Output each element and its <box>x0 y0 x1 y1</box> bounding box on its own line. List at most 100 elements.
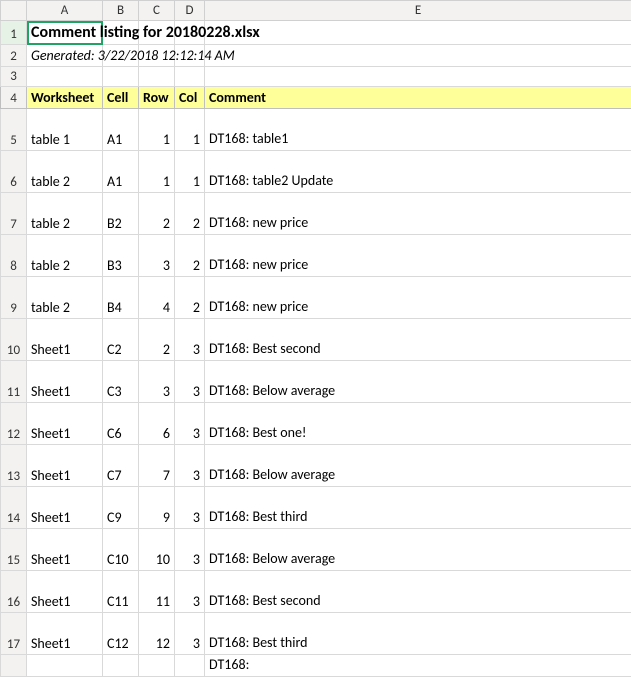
row-header-9[interactable]: 9 <box>1 277 27 319</box>
cell-worksheet[interactable]: Sheet1 <box>27 403 103 445</box>
hdr-worksheet[interactable]: Worksheet <box>27 87 103 109</box>
cell-worksheet[interactable]: Sheet1 <box>27 361 103 403</box>
row-header-3[interactable]: 3 <box>1 67 27 87</box>
hdr-col[interactable]: Col <box>175 87 205 109</box>
cell-partial-D[interactable] <box>175 655 205 677</box>
cell-row[interactable]: 9 <box>139 487 175 529</box>
cell-col[interactable]: 3 <box>175 571 205 613</box>
hdr-cell[interactable]: Cell <box>103 87 139 109</box>
cell-row[interactable]: 10 <box>139 529 175 571</box>
cell-worksheet[interactable]: Sheet1 <box>27 319 103 361</box>
col-header-D[interactable]: D <box>175 1 205 21</box>
cell-comment[interactable]: DT168: Best second <box>205 571 631 613</box>
row-header-partial[interactable] <box>1 655 27 677</box>
cell-comment[interactable]: DT168: new price <box>205 193 631 235</box>
cell-worksheet[interactable]: Sheet1 <box>27 445 103 487</box>
col-header-C[interactable]: C <box>139 1 175 21</box>
cell-E1[interactable] <box>205 21 631 45</box>
cell-col[interactable]: 3 <box>175 529 205 571</box>
cell-partial-A[interactable] <box>27 655 103 677</box>
row-header-7[interactable]: 7 <box>1 193 27 235</box>
cell-worksheet[interactable]: table 1 <box>27 109 103 151</box>
cell-partial-comment[interactable]: DT168: <box>205 655 631 677</box>
cell-E3[interactable] <box>205 67 631 87</box>
row-header-15[interactable]: 15 <box>1 529 27 571</box>
cell-worksheet[interactable]: Sheet1 <box>27 487 103 529</box>
cell-col[interactable]: 1 <box>175 109 205 151</box>
hdr-row[interactable]: Row <box>139 87 175 109</box>
cell-ref[interactable]: A1 <box>103 109 139 151</box>
cell-ref[interactable]: A1 <box>103 151 139 193</box>
row-header-8[interactable]: 8 <box>1 235 27 277</box>
cell-ref[interactable]: B2 <box>103 193 139 235</box>
cell-col[interactable]: 3 <box>175 487 205 529</box>
col-header-B[interactable]: B <box>103 1 139 21</box>
cell-partial-B[interactable] <box>103 655 139 677</box>
cell-partial-C[interactable] <box>139 655 175 677</box>
cell-comment[interactable]: DT168: Best one! <box>205 403 631 445</box>
cell-E2[interactable] <box>205 45 631 67</box>
row-header-13[interactable]: 13 <box>1 445 27 487</box>
cell-comment[interactable]: DT168: Below average <box>205 361 631 403</box>
cell-B3[interactable] <box>103 67 139 87</box>
select-all-corner[interactable] <box>1 1 27 21</box>
cell-comment[interactable]: DT168: Best third <box>205 613 631 655</box>
row-header-4[interactable]: 4 <box>1 87 27 109</box>
cell-col[interactable]: 2 <box>175 277 205 319</box>
row-header-14[interactable]: 14 <box>1 487 27 529</box>
cell-A2[interactable]: Generated: 3/22/2018 12:12:14 AM <box>27 45 103 67</box>
cell-worksheet[interactable]: Sheet1 <box>27 529 103 571</box>
cell-worksheet[interactable]: Sheet1 <box>27 613 103 655</box>
cell-worksheet[interactable]: table 2 <box>27 235 103 277</box>
cell-comment[interactable]: DT168: Best second <box>205 319 631 361</box>
row-header-11[interactable]: 11 <box>1 361 27 403</box>
cell-col[interactable]: 3 <box>175 319 205 361</box>
cell-row[interactable]: 12 <box>139 613 175 655</box>
cell-ref[interactable]: C11 <box>103 571 139 613</box>
row-header-17[interactable]: 17 <box>1 613 27 655</box>
cell-A3[interactable] <box>27 67 103 87</box>
cell-comment[interactable]: DT168: table2 Update <box>205 151 631 193</box>
cell-ref[interactable]: C9 <box>103 487 139 529</box>
cell-col[interactable]: 1 <box>175 151 205 193</box>
cell-col[interactable]: 3 <box>175 445 205 487</box>
hdr-comment[interactable]: Comment <box>205 87 631 109</box>
cell-col[interactable]: 3 <box>175 403 205 445</box>
cell-row[interactable]: 3 <box>139 361 175 403</box>
col-header-A[interactable]: A <box>27 1 103 21</box>
row-header-5[interactable]: 5 <box>1 109 27 151</box>
row-header-10[interactable]: 10 <box>1 319 27 361</box>
cell-comment[interactable]: DT168: Below average <box>205 529 631 571</box>
cell-row[interactable]: 7 <box>139 445 175 487</box>
spreadsheet-grid[interactable]: A B C D E 1 Comment listing for 20180228… <box>0 0 631 677</box>
cell-C3[interactable] <box>139 67 175 87</box>
cell-row[interactable]: 1 <box>139 151 175 193</box>
row-header-2[interactable]: 2 <box>1 45 27 67</box>
cell-worksheet[interactable]: table 2 <box>27 151 103 193</box>
row-header-6[interactable]: 6 <box>1 151 27 193</box>
cell-col[interactable]: 3 <box>175 613 205 655</box>
cell-ref[interactable]: C2 <box>103 319 139 361</box>
cell-ref[interactable]: C3 <box>103 361 139 403</box>
cell-comment[interactable]: DT168: new price <box>205 277 631 319</box>
cell-D3[interactable] <box>175 67 205 87</box>
row-header-16[interactable]: 16 <box>1 571 27 613</box>
cell-comment[interactable]: DT168: new price <box>205 235 631 277</box>
cell-col[interactable]: 3 <box>175 361 205 403</box>
cell-row[interactable]: 4 <box>139 277 175 319</box>
cell-comment[interactable]: DT168: Below average <box>205 445 631 487</box>
cell-ref[interactable]: C6 <box>103 403 139 445</box>
cell-worksheet[interactable]: table 2 <box>27 277 103 319</box>
cell-worksheet[interactable]: Sheet1 <box>27 571 103 613</box>
cell-A1[interactable]: Comment listing for 20180228.xlsx <box>27 21 103 45</box>
cell-row[interactable]: 11 <box>139 571 175 613</box>
cell-col[interactable]: 2 <box>175 235 205 277</box>
cell-ref[interactable]: B3 <box>103 235 139 277</box>
cell-row[interactable]: 3 <box>139 235 175 277</box>
cell-worksheet[interactable]: table 2 <box>27 193 103 235</box>
cell-comment[interactable]: DT168: table1 <box>205 109 631 151</box>
cell-ref[interactable]: C10 <box>103 529 139 571</box>
cell-col[interactable]: 2 <box>175 193 205 235</box>
row-header-1[interactable]: 1 <box>1 21 27 45</box>
row-header-12[interactable]: 12 <box>1 403 27 445</box>
